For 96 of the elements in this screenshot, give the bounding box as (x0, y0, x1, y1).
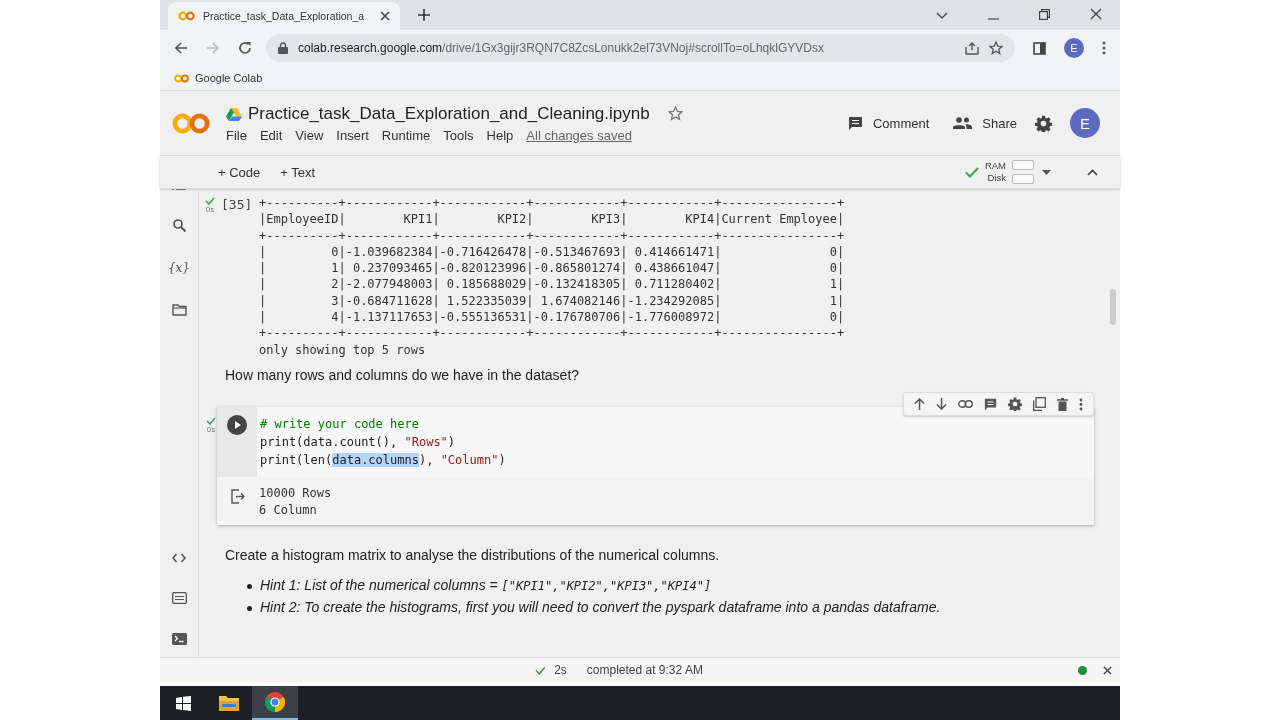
markdown-text: How many rows and columns do we have in the dataset? (225, 367, 581, 383)
folder-icon (219, 695, 239, 711)
check-icon (205, 197, 215, 205)
user-avatar[interactable]: E (1070, 108, 1100, 138)
colab-logo-icon (174, 73, 189, 83)
scrollbar-thumb[interactable] (1110, 289, 1116, 325)
dropdown-caret-icon[interactable] (1042, 169, 1051, 175)
output-line: 10000 Rows (259, 485, 332, 502)
colab-logo-icon[interactable] (172, 111, 210, 135)
people-icon (953, 117, 973, 129)
execution-time: 0s (205, 205, 215, 214)
close-icon[interactable] (1090, 8, 1102, 20)
star-icon[interactable] (667, 106, 683, 121)
add-cell-button[interactable]: + Code (212, 160, 267, 184)
settings-icon[interactable] (1035, 114, 1052, 132)
code-brackets-icon[interactable] (172, 553, 186, 563)
execution-time: 0s (206, 425, 216, 434)
status-message: completed at 9:32 AM (586, 663, 703, 677)
hint-item: Hint 1: List of the numerical columns = ["KPI1","KPI2","KPI3","KPI4"] (247, 577, 1108, 593)
address-bar[interactable]: colab.research.google.com/drive/1Gx3gijr3RQN7C8ZcsLonukk2el73VNoj#scrollTo=oLhqklGYVDsx (266, 34, 1015, 62)
chevron-down-icon[interactable] (936, 12, 948, 20)
tab-title: Practice_task_Data_Exploration_a (203, 10, 366, 22)
output-line: | 0|-1.039682384|-0.716426478|-0.513467693| 0.414661471| 0| (259, 243, 845, 261)
disk-label: Disk (987, 172, 1006, 184)
new-tab-icon[interactable] (418, 9, 430, 21)
bullet-icon (247, 584, 252, 589)
terminal-icon[interactable] (171, 633, 187, 645)
comment-icon[interactable] (984, 397, 997, 411)
hint-item: Hint 2: To create the histograms, first you will need to convert the pyspark dataframe into a pandas dataframe. (247, 599, 1108, 615)
save-status-link[interactable]: All changes saved (526, 127, 632, 143)
menu-item[interactable]: Edit (259, 127, 283, 143)
close-icon[interactable] (380, 11, 390, 21)
bookmark-link[interactable]: Google Colab (174, 72, 263, 84)
resources-indicator[interactable]: RAM Disk (964, 160, 1034, 184)
output-line: +----------+------------+------------+------------+------------+----------------+ (259, 325, 845, 342)
output-line: +----------+------------+------------+------------+------------+----------------+ (259, 195, 845, 212)
side-panel-icon[interactable] (1033, 41, 1046, 55)
run-duration: 2s (554, 663, 567, 677)
code-line: # write your code here (260, 416, 420, 433)
folder-icon[interactable] (171, 304, 187, 316)
windows-logo-icon (175, 695, 191, 711)
search-icon[interactable] (172, 219, 186, 232)
browser-logo-icon (265, 692, 285, 712)
arrow-down-icon[interactable] (936, 398, 947, 410)
menu-item[interactable]: Help (486, 127, 514, 143)
menu-item[interactable]: File (226, 127, 247, 143)
ram-label: RAM (984, 160, 1006, 172)
taskbar-button[interactable] (252, 686, 298, 720)
profile-avatar[interactable]: E (1064, 38, 1084, 58)
star-icon[interactable] (989, 41, 1003, 55)
notebook-title[interactable]: Practice_task_Data_Exploration_and_Cleaning.ipynb (248, 103, 650, 124)
output-line: only showing top 5 rows (259, 341, 427, 358)
chevron-up-icon[interactable] (1087, 168, 1098, 176)
variables-icon[interactable]: {x} (167, 261, 190, 275)
output-line: |EmployeeID| KPI1| KPI2| KPI3| KPI4|Current Employee| (259, 211, 845, 228)
menu-item[interactable]: Tools (443, 127, 474, 143)
share-button[interactable]: Share (947, 111, 1023, 135)
snippets-icon[interactable] (171, 592, 187, 604)
comment-icon (847, 115, 863, 131)
menu-item[interactable]: Runtime (381, 127, 431, 143)
output-line: | 1| 0.237093465|-0.820123996|-0.865801274| 0.438661047| 0| (259, 260, 845, 277)
output-line: | 2|-2.077948003| 0.185688029|-0.132418305| 0.711280402| 1| (259, 276, 845, 293)
output-icon[interactable] (231, 489, 245, 504)
run-button-icon[interactable] (227, 415, 247, 435)
drive-icon (226, 106, 242, 121)
code-line: print(data.count(), "Rows") (260, 434, 457, 451)
code-cell[interactable]: # write your code here print(data.count(), "Rows") print(len(data.columns), "Column") 10000 Rows 6 Column (217, 407, 1094, 525)
reload-icon[interactable] (238, 41, 252, 55)
close-icon[interactable] (1103, 665, 1112, 675)
output-line: | 4|-1.137117653|-0.555136531|-0.176780706|-1.776008972| 0| (259, 309, 845, 326)
url-text: colab.research.google.com/drive/1Gx3gijr3RQN7C8ZcsLonukk2el73VNoj#scrollTo=oLhqklGYVDsx (298, 41, 824, 55)
code-line: print(len(data.columns), "Column") (260, 452, 506, 469)
trash-icon[interactable] (1057, 397, 1068, 411)
share-icon[interactable] (965, 41, 979, 55)
check-icon (206, 417, 216, 425)
output-line: | 3|-0.684711628| 1.522335039| 1.674082146|-1.234292085| 1| (259, 292, 845, 310)
restore-icon[interactable] (1039, 9, 1050, 20)
settings-icon[interactable] (1008, 397, 1022, 411)
more-vertical-icon[interactable] (1102, 41, 1106, 55)
comment-button[interactable]: Comment (841, 111, 936, 135)
back-arrow-icon[interactable] (174, 41, 188, 55)
check-icon (535, 665, 547, 675)
markdown-text: Create a histogram matrix to analyse the distributions of the numerical columns. (225, 547, 721, 563)
lock-icon (278, 42, 288, 54)
bullet-icon (247, 606, 252, 611)
arrow-up-icon[interactable] (914, 398, 925, 410)
add-cell-button[interactable]: + Text (274, 160, 322, 184)
colab-logo-icon (178, 11, 195, 21)
browser-tab[interactable]: Practice_task_Data_Exploration_a (168, 2, 400, 30)
menu-item[interactable]: View (295, 127, 324, 143)
more-vertical-icon[interactable] (1079, 397, 1083, 411)
menu-item[interactable]: Insert (336, 127, 369, 143)
output-line: +----------+------------+------------+------------+------------+----------------+ (259, 227, 845, 244)
link-icon[interactable] (958, 400, 973, 408)
output-line: 6 Column (259, 502, 318, 519)
execution-count: [35] (221, 197, 253, 214)
